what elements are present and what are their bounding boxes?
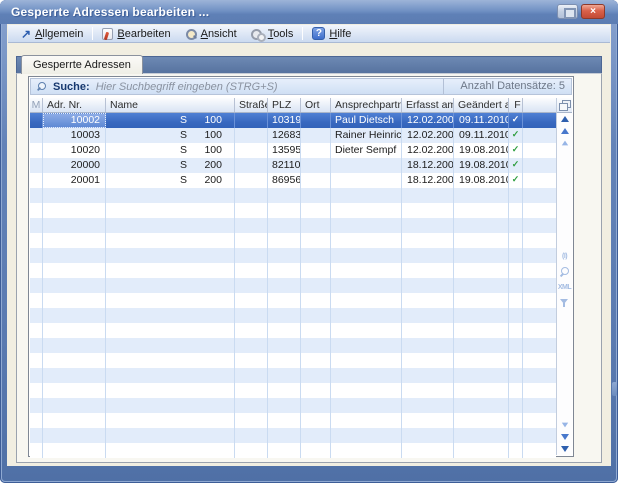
freigabe-check-icon: ✓ bbox=[509, 129, 522, 140]
search-label: Suche: bbox=[53, 81, 90, 93]
arrow-ne-icon: ↗ bbox=[21, 29, 31, 39]
table-row-empty[interactable] bbox=[30, 308, 556, 323]
table-row-empty[interactable] bbox=[30, 398, 556, 413]
resize-grip[interactable] bbox=[612, 382, 617, 396]
column-chooser-icon[interactable] bbox=[559, 100, 570, 110]
col-header-ort[interactable]: Ort bbox=[301, 98, 331, 112]
maximize-button[interactable] bbox=[557, 4, 578, 19]
table-row-empty[interactable] bbox=[30, 383, 556, 398]
col-header-ansprechpartner[interactable]: Ansprechpartner bbox=[331, 98, 402, 112]
menu-bar: ↗ Allgemein Bearbeiten Ansicht Tools ? H… bbox=[8, 25, 610, 43]
window-title: Gesperrte Adressen bearbeiten ... bbox=[11, 5, 209, 19]
table-row-empty[interactable] bbox=[30, 188, 556, 203]
filter-icon[interactable] bbox=[560, 298, 570, 308]
table-row-empty[interactable] bbox=[30, 203, 556, 218]
titlebar[interactable]: Gesperrte Adressen bearbeiten ... × bbox=[0, 0, 618, 24]
scroll-to-top-icon[interactable] bbox=[561, 116, 569, 122]
grid-rows: 10002S10010319Paul Dietsch12.02.200709.1… bbox=[30, 113, 556, 458]
freigabe-check-icon: ✓ bbox=[509, 114, 522, 125]
menu-separator bbox=[92, 27, 93, 40]
freigabe-check-icon: ✓ bbox=[509, 174, 522, 185]
freigabe-check-icon: ✓ bbox=[509, 144, 522, 155]
col-header-geaendert-am[interactable]: Geändert am bbox=[454, 98, 509, 112]
menu-separator bbox=[302, 27, 303, 40]
window-content: ↗ Allgemein Bearbeiten Ansicht Tools ? H… bbox=[7, 24, 611, 466]
table-row[interactable]: 20000S2008211018.12.200619.08.2010✓ bbox=[30, 158, 556, 173]
grid-header[interactable]: M Adr. Nr. Name Straße PLZ Ort Ansprechp… bbox=[30, 98, 556, 113]
menu-item-tools[interactable]: Tools bbox=[244, 26, 301, 42]
strip-header[interactable] bbox=[557, 98, 572, 113]
tools-gears-icon bbox=[251, 28, 264, 40]
table-row-empty[interactable] bbox=[30, 293, 556, 308]
app-window: Gesperrte Adressen bearbeiten ... × ↗ Al… bbox=[0, 0, 618, 483]
menu-item-allgemein[interactable]: ↗ Allgemein bbox=[14, 26, 90, 42]
row-up-icon[interactable] bbox=[561, 141, 567, 146]
table-row-empty[interactable] bbox=[30, 233, 556, 248]
col-header-marker[interactable]: M bbox=[30, 98, 43, 112]
table-row-empty[interactable] bbox=[30, 248, 556, 263]
scroll-strip: (I) XML bbox=[556, 98, 572, 455]
freigabe-check-icon: ✓ bbox=[509, 159, 522, 170]
table-row-empty[interactable] bbox=[30, 413, 556, 428]
table-row-empty[interactable] bbox=[30, 218, 556, 233]
zoom-icon[interactable] bbox=[560, 267, 570, 277]
edit-notebook-icon bbox=[102, 28, 113, 40]
table-row-empty[interactable] bbox=[30, 428, 556, 443]
col-header-freigabe[interactable]: F bbox=[509, 98, 523, 112]
col-header-adr-nr[interactable]: Adr. Nr. bbox=[43, 98, 106, 112]
view-magnifier-icon bbox=[185, 28, 197, 40]
table-row[interactable]: 10002S10010319Paul Dietsch12.02.200709.1… bbox=[30, 113, 556, 128]
col-header-strasse[interactable]: Straße bbox=[235, 98, 268, 112]
table-row-empty[interactable] bbox=[30, 263, 556, 278]
table-row-empty[interactable] bbox=[30, 443, 556, 458]
table-row[interactable]: 20001S2008695618.12.200619.08.2010✓ bbox=[30, 173, 556, 188]
table-row-empty[interactable] bbox=[30, 338, 556, 353]
menu-item-bearbeiten[interactable]: Bearbeiten bbox=[95, 26, 177, 42]
col-header-name[interactable]: Name bbox=[106, 98, 235, 112]
scroll-to-bottom-icon[interactable] bbox=[561, 446, 569, 452]
row-down-icon[interactable] bbox=[561, 423, 567, 428]
help-icon: ? bbox=[312, 27, 325, 40]
col-header-plz[interactable]: PLZ bbox=[268, 98, 301, 112]
table-row[interactable]: 10020S10013595Dieter Sempf12.02.200719.0… bbox=[30, 143, 556, 158]
table-row-empty[interactable] bbox=[30, 323, 556, 338]
menu-item-hilfe[interactable]: ? Hilfe bbox=[305, 26, 358, 42]
search-bar[interactable]: Suche: Hier Suchbegriff eingeben (STRG+S… bbox=[30, 78, 572, 95]
search-input[interactable]: Hier Suchbegriff eingeben (STRG+S) bbox=[96, 81, 443, 93]
grid-panel: Suche: Hier Suchbegriff eingeben (STRG+S… bbox=[28, 76, 574, 457]
xml-icon[interactable]: XML bbox=[558, 284, 571, 291]
col-header-filler bbox=[523, 98, 556, 112]
table-row-empty[interactable] bbox=[30, 278, 556, 293]
group-brackets-icon[interactable]: (I) bbox=[562, 253, 567, 260]
tab-gesperrte-adressen[interactable]: Gesperrte Adressen bbox=[21, 55, 143, 74]
data-grid: M Adr. Nr. Name Straße PLZ Ort Ansprechp… bbox=[30, 98, 572, 455]
table-row-empty[interactable] bbox=[30, 353, 556, 368]
close-button[interactable]: × bbox=[581, 4, 605, 19]
table-row-empty[interactable] bbox=[30, 368, 556, 383]
col-header-erfasst-am[interactable]: Erfasst am bbox=[402, 98, 454, 112]
table-row[interactable]: 10003S10012683Rainer Heinrich12.02.20070… bbox=[30, 128, 556, 143]
menu-item-ansicht[interactable]: Ansicht bbox=[178, 26, 244, 42]
page-down-icon[interactable] bbox=[561, 434, 569, 440]
page-up-icon[interactable] bbox=[561, 128, 569, 134]
record-count: Anzahl Datensätze: 5 bbox=[443, 79, 571, 94]
search-icon bbox=[36, 81, 49, 93]
